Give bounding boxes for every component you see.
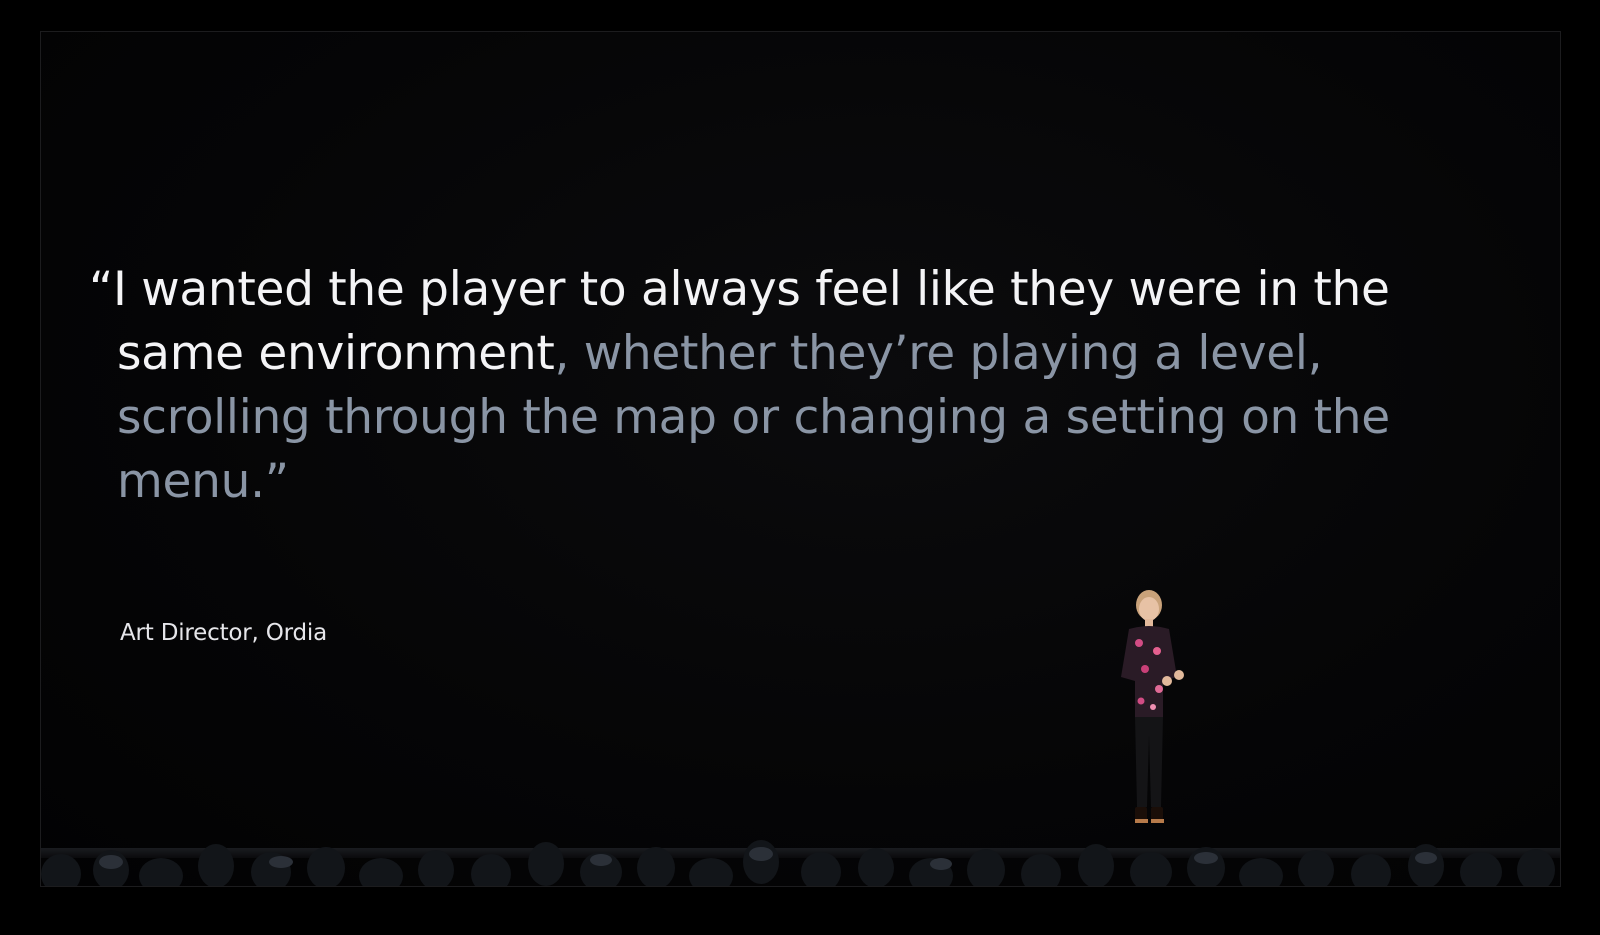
- slide-quote: “I wanted the player to always feel like…: [89, 258, 1447, 514]
- quote-attribution: Art Director, Ordia: [120, 620, 327, 646]
- keynote-video-frame: “I wanted the player to always feel like…: [40, 31, 1561, 887]
- presenter-figure: [1121, 590, 1184, 823]
- audience-silhouettes: [41, 840, 1555, 886]
